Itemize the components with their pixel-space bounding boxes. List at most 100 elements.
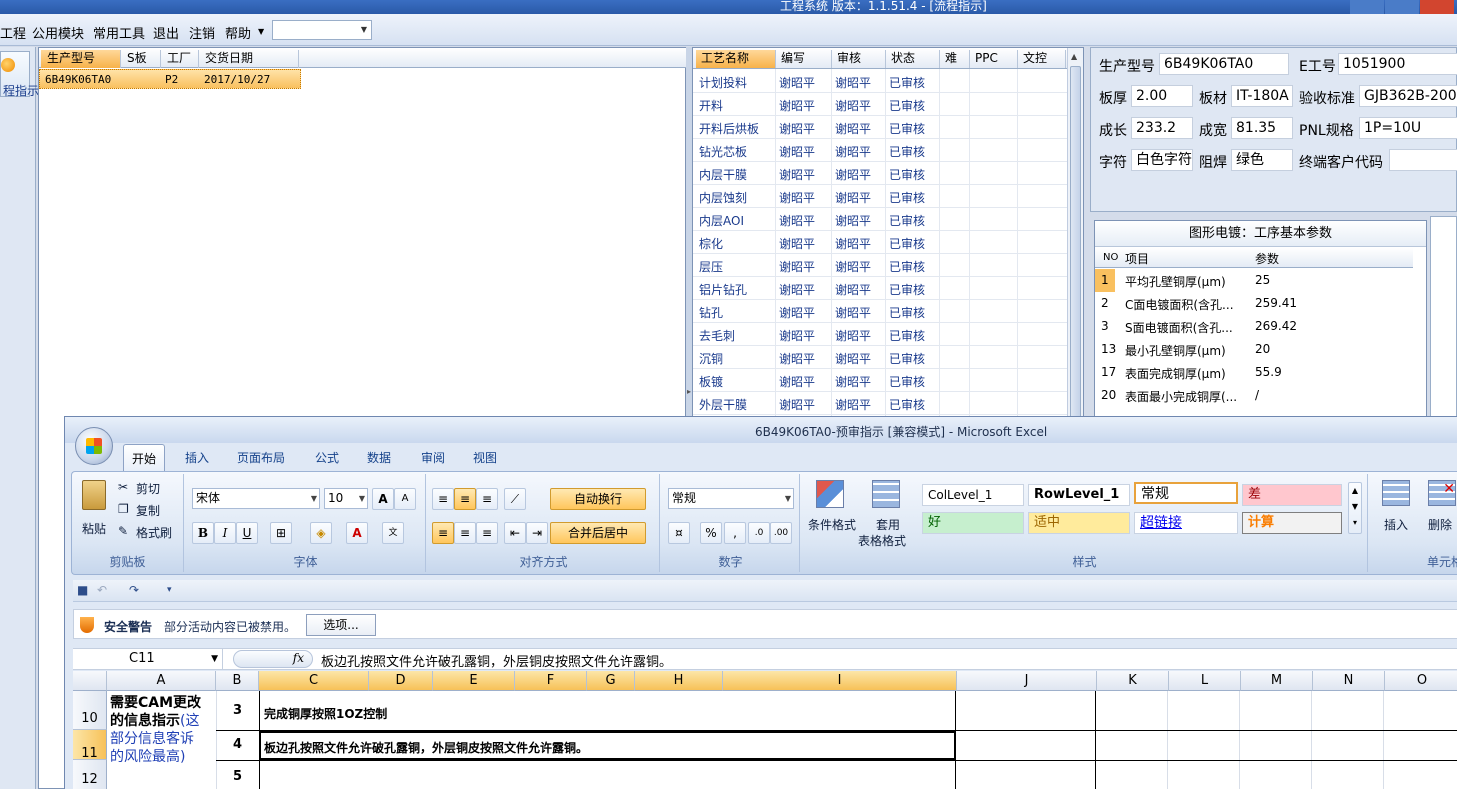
- font-color-icon[interactable]: A: [346, 522, 368, 544]
- eno-field[interactable]: 1051900: [1338, 53, 1457, 75]
- product-row[interactable]: 6B49K06TA0 P2 2017/10/27: [39, 69, 301, 89]
- process-row[interactable]: 沉铜 谢昭平 谢昭平 已审核: [693, 346, 1069, 369]
- paste-icon[interactable]: [82, 480, 106, 510]
- copy-button[interactable]: 复制: [136, 502, 160, 519]
- cell-a-merged[interactable]: 需要CAM更改 的信息指示(这 部分信息客诉 的风险最高): [110, 694, 214, 766]
- process-row[interactable]: 棕化 谢昭平 谢昭平 已审核: [693, 231, 1069, 254]
- scroll-up-icon[interactable]: ▲: [1071, 52, 1077, 61]
- tab-page-layout[interactable]: 页面布局: [237, 449, 285, 466]
- conditional-format-icon[interactable]: [816, 480, 844, 508]
- styles-scroll-icon[interactable]: ▲ ▼ ▾: [1348, 482, 1362, 534]
- menu-exit[interactable]: 退出: [153, 23, 179, 42]
- minimize-icon[interactable]: [1350, 0, 1384, 14]
- cell-c10[interactable]: 完成铜厚按照1OZ控制: [264, 705, 387, 722]
- redo-icon[interactable]: ↷: [129, 583, 139, 597]
- align-right-icon[interactable]: ≡: [476, 522, 498, 544]
- tab-home[interactable]: 开始: [123, 444, 166, 471]
- align-top-icon[interactable]: ≡: [432, 488, 454, 510]
- row-header-10[interactable]: 10: [73, 691, 107, 730]
- plating-row[interactable]: 13 最小孔壁铜厚(μm) 20: [1095, 338, 1413, 361]
- tab-data[interactable]: 数据: [367, 449, 391, 466]
- delete-cells-button[interactable]: 删除: [1428, 516, 1452, 533]
- menu-logout[interactable]: 注销: [189, 23, 215, 42]
- column-header-n[interactable]: N: [1313, 671, 1385, 691]
- menu-help[interactable]: 帮助: [225, 23, 251, 42]
- bold-icon[interactable]: B: [192, 522, 214, 544]
- cell-b10[interactable]: 3: [233, 703, 242, 718]
- column-header-h[interactable]: H: [635, 671, 723, 691]
- percent-icon[interactable]: %: [700, 522, 722, 544]
- column-header-g[interactable]: G: [587, 671, 635, 691]
- align-bottom-icon[interactable]: ≡: [476, 488, 498, 510]
- col-no[interactable]: NO: [1103, 252, 1118, 263]
- plating-row[interactable]: 20 表面最小完成铜厚(... /: [1095, 384, 1413, 407]
- pnl-field[interactable]: 1P=10U: [1359, 117, 1457, 139]
- select-all-corner[interactable]: [73, 671, 107, 691]
- maximize-icon[interactable]: [1385, 0, 1419, 14]
- tab-insert[interactable]: 插入: [185, 449, 209, 466]
- row-header-11[interactable]: 11: [73, 730, 107, 761]
- material-field[interactable]: IT-180A: [1231, 85, 1293, 107]
- copy-icon[interactable]: ❐: [118, 502, 129, 516]
- process-row[interactable]: 层压 谢昭平 谢昭平 已审核: [693, 254, 1069, 277]
- column-header-l[interactable]: L: [1169, 671, 1241, 691]
- tab-formulas[interactable]: 公式: [315, 449, 339, 466]
- col-auditor[interactable]: 审核: [832, 50, 886, 68]
- process-row[interactable]: 板镀 谢昭平 谢昭平 已审核: [693, 369, 1069, 392]
- font-name-select[interactable]: 宋体 ▼: [192, 488, 320, 509]
- formula-input[interactable]: 板边孔按照文件允许破孔露铜，外层铜皮按照文件允许露铜。: [321, 651, 672, 670]
- italic-icon[interactable]: I: [214, 522, 236, 544]
- model-field[interactable]: 6B49K06TA0: [1159, 53, 1289, 75]
- table-format-button-line2[interactable]: 表格格式: [858, 532, 906, 549]
- font-size-select[interactable]: 10 ▼: [324, 488, 368, 509]
- col-writer[interactable]: 编写: [776, 50, 832, 68]
- process-grid-scrollbar[interactable]: ▲: [1067, 48, 1083, 446]
- merge-center-button[interactable]: 合并后居中: [550, 522, 646, 544]
- col-model[interactable]: 生产型号: [41, 50, 121, 68]
- process-row[interactable]: 钻孔 谢昭平 谢昭平 已审核: [693, 300, 1069, 323]
- cut-button[interactable]: 剪切: [136, 480, 160, 497]
- column-header-d[interactable]: D: [369, 671, 433, 691]
- column-header-k[interactable]: K: [1097, 671, 1169, 691]
- menu-common-tools[interactable]: 常用工具: [93, 23, 145, 42]
- col-param[interactable]: 参数: [1255, 250, 1279, 267]
- increase-decimal-icon[interactable]: .0: [748, 522, 770, 544]
- style-calc[interactable]: 计算: [1242, 512, 1342, 534]
- paste-button[interactable]: 粘贴: [82, 520, 106, 537]
- column-header-m[interactable]: M: [1241, 671, 1313, 691]
- customer-code-field[interactable]: [1389, 149, 1457, 171]
- standard-field[interactable]: GJB362B-2009: [1359, 85, 1457, 107]
- qat-customize-icon[interactable]: ▾: [167, 585, 172, 595]
- thickness-field[interactable]: 2.00: [1131, 85, 1193, 107]
- format-painter-icon[interactable]: ✎: [118, 524, 128, 538]
- table-format-icon[interactable]: [872, 480, 900, 508]
- menu-common-module[interactable]: 公用模块: [32, 23, 84, 42]
- process-row[interactable]: 计划投料 谢昭平 谢昭平 已审核: [693, 70, 1069, 93]
- delete-cells-icon[interactable]: ✕: [1428, 480, 1456, 506]
- col-factory[interactable]: 工厂: [161, 50, 199, 68]
- plating-row[interactable]: 2 C面电镀面积(含孔... 259.41: [1095, 292, 1413, 315]
- column-header-b[interactable]: B: [216, 671, 259, 691]
- column-header-j[interactable]: J: [957, 671, 1097, 691]
- process-row[interactable]: 内层干膜 谢昭平 谢昭平 已审核: [693, 162, 1069, 185]
- orientation-icon[interactable]: ⟋: [504, 488, 526, 510]
- style-good[interactable]: 好: [922, 512, 1024, 534]
- table-format-button-line1[interactable]: 套用: [876, 516, 900, 533]
- currency-icon[interactable]: ¤: [668, 522, 690, 544]
- decrease-decimal-icon[interactable]: .00: [770, 522, 792, 544]
- cell-b12[interactable]: 5: [233, 769, 242, 784]
- col-delivery[interactable]: 交货日期: [199, 50, 299, 68]
- char-field[interactable]: 白色字符: [1131, 149, 1193, 171]
- process-row[interactable]: 内层蚀刻 谢昭平 谢昭平 已审核: [693, 185, 1069, 208]
- process-row[interactable]: 外层干膜 谢昭平 谢昭平 已审核: [693, 392, 1069, 415]
- process-row[interactable]: 去毛刺 谢昭平 谢昭平 已审核: [693, 323, 1069, 346]
- style-normal[interactable]: 常规: [1134, 482, 1238, 504]
- insert-cells-icon[interactable]: [1382, 480, 1410, 506]
- toolbar-combo[interactable]: ▼: [272, 20, 372, 40]
- insert-cells-button[interactable]: 插入: [1384, 516, 1408, 533]
- row-header-12[interactable]: 12: [73, 760, 107, 789]
- align-middle-icon[interactable]: ≡: [454, 488, 476, 510]
- close-icon[interactable]: [1420, 0, 1454, 14]
- process-row[interactable]: 开料后烘板 谢昭平 谢昭平 已审核: [693, 116, 1069, 139]
- menu-project[interactable]: 工程: [0, 23, 26, 42]
